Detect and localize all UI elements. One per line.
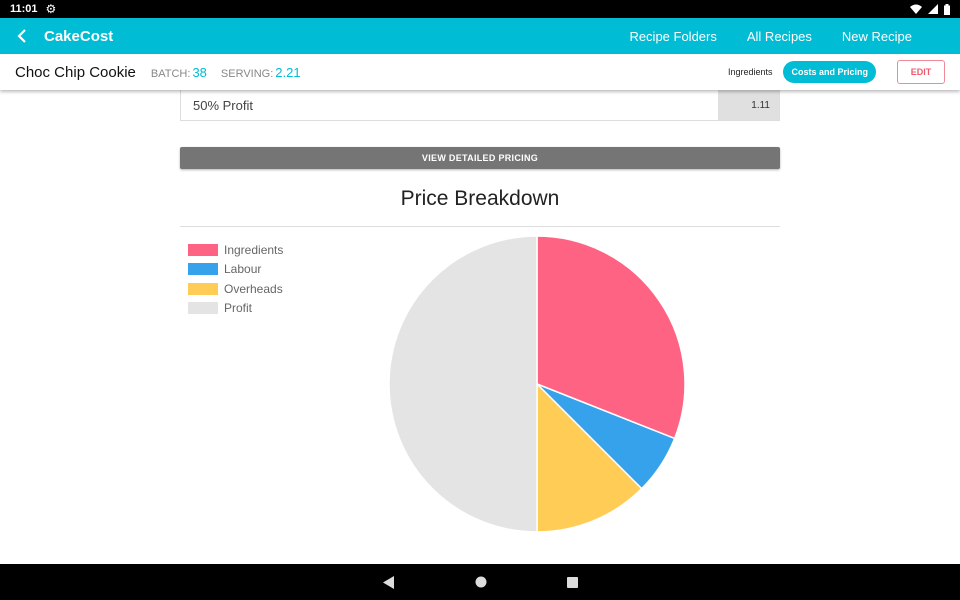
legend-item[interactable]: Profit <box>188 299 283 319</box>
legend-swatch <box>188 243 218 256</box>
legend-label: Labour <box>224 262 262 277</box>
profit-value: 1.11 <box>718 90 779 120</box>
profit-row: 50% Profit 1.11 <box>180 90 780 121</box>
view-detailed-pricing-button[interactable]: VIEW DETAILED PRICING <box>180 147 780 169</box>
profit-label: 50% Profit <box>193 97 253 113</box>
legend-swatch <box>188 263 218 276</box>
gear-icon: ⚙ <box>45 2 57 16</box>
batch-label: BATCH: <box>150 67 191 80</box>
legend-label: Ingredients <box>224 242 284 257</box>
batch-value: 38 <box>192 64 207 80</box>
nav-back-button[interactable] <box>382 575 395 589</box>
legend-item[interactable]: Ingredients <box>188 240 283 260</box>
status-bar: 11:01 ⚙ <box>0 0 960 18</box>
legend-swatch <box>188 302 218 315</box>
recipe-tabs: Ingredients Costs and Pricing EDIT <box>728 60 960 84</box>
tab-costs-and-pricing[interactable]: Costs and Pricing <box>783 61 876 83</box>
status-time: 11:01 <box>10 3 38 15</box>
pie-chart <box>388 235 686 533</box>
serving-value: 2.21 <box>275 64 301 80</box>
batch-info: BATCH: 38 <box>151 65 207 80</box>
chart-title: Price Breakdown <box>400 187 560 210</box>
recipe-header: Choc Chip Cookie BATCH: 38 SERVING: 2.21 I… <box>0 54 960 90</box>
pie-slice-profit[interactable] <box>388 235 538 533</box>
nav-new-recipe[interactable]: New Recipe <box>842 29 912 44</box>
chart-legend: Ingredients Labour Overheads Profit <box>188 240 283 318</box>
status-icons <box>910 3 950 15</box>
nav-home-button[interactable] <box>475 576 487 588</box>
chart-divider <box>180 226 780 227</box>
battery-icon <box>944 3 950 15</box>
tab-ingredients[interactable]: Ingredients <box>728 67 773 77</box>
legend-item[interactable]: Overheads <box>188 279 283 299</box>
app-nav: Recipe Folders All Recipes New Recipe <box>629 29 960 44</box>
recipe-name: Choc Chip Cookie <box>15 63 136 81</box>
app-title: CakeCost <box>44 27 114 45</box>
legend-item[interactable]: Labour <box>188 260 283 280</box>
legend-swatch <box>188 282 218 295</box>
legend-label: Overheads <box>224 281 283 296</box>
signal-icon <box>928 4 938 14</box>
wifi-icon <box>910 4 922 14</box>
edit-button[interactable]: EDIT <box>897 60 945 84</box>
circle-home-icon <box>475 576 486 588</box>
nav-recents-button[interactable] <box>566 576 578 588</box>
legend-label: Profit <box>224 301 253 316</box>
square-recents-icon <box>566 576 578 588</box>
serving-info: SERVING: 2.21 <box>221 65 301 80</box>
nav-recipe-folders[interactable]: Recipe Folders <box>629 29 716 44</box>
system-nav-bar <box>0 564 960 600</box>
serving-label: SERVING: <box>220 67 274 80</box>
back-button[interactable] <box>0 29 44 43</box>
arrow-back-icon <box>17 29 26 43</box>
app-bar: CakeCost Recipe Folders All Recipes New … <box>0 18 960 54</box>
main-content[interactable]: 50% Profit 1.11 VIEW DETAILED PRICING Pr… <box>0 90 960 564</box>
triangle-back-icon <box>382 575 394 589</box>
nav-all-recipes[interactable]: All Recipes <box>747 29 812 44</box>
